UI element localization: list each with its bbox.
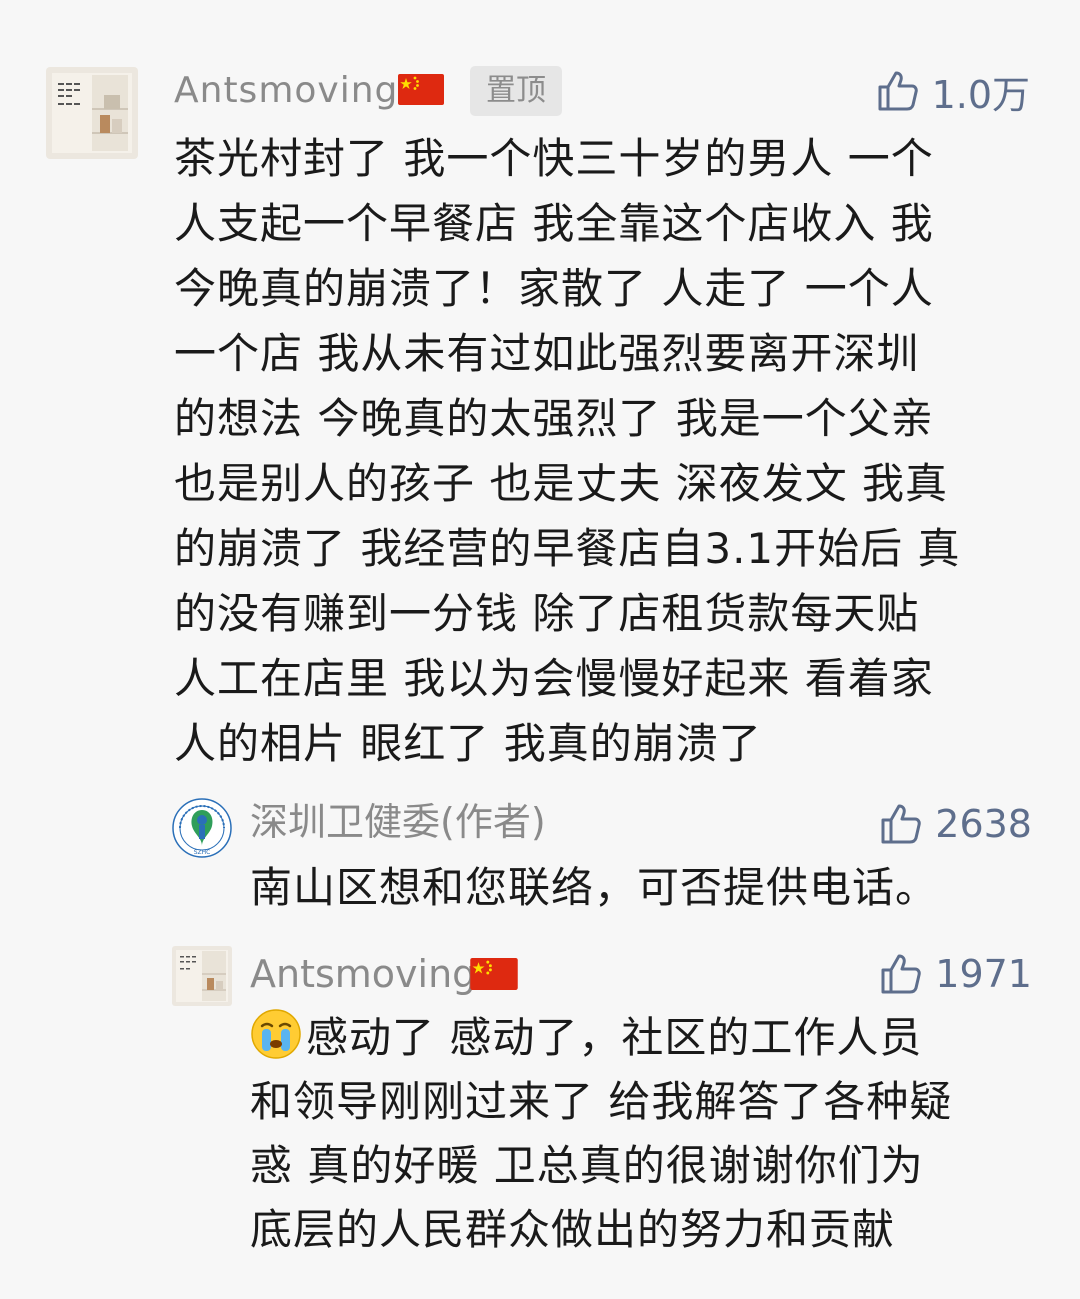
- crying-face-emoji-icon: [251, 1009, 301, 1059]
- thumbs-up-icon: [878, 71, 918, 111]
- thumbs-up-icon: [881, 954, 922, 994]
- svg-text:SZHC: SZHC: [194, 849, 211, 856]
- main-comment: Antsmoving 置顶 1.0万 茶光村封了 我一个快三十岁的男人 一个 人…: [0, 0, 1080, 780]
- comment-text: 茶光村封了 我一个快三十岁的男人 一个 人支起一个早餐店 我全靠这个店收入 我 …: [174, 134, 961, 768]
- like-button[interactable]: 1971: [879, 946, 1032, 1002]
- shelf-avatar-icon: [46, 67, 138, 159]
- pinned-badge: 置顶: [470, 66, 562, 116]
- shelf-avatar-icon: [172, 946, 232, 1006]
- user-avatar[interactable]: [172, 946, 232, 1006]
- china-flag-icon: [398, 74, 444, 105]
- reply-text: 南山区想和您联络，可否提供电话。: [250, 863, 939, 912]
- like-count: 1971: [935, 952, 1032, 996]
- thumbs-up-icon: [881, 804, 922, 844]
- like-count: 1.0万: [931, 72, 1030, 117]
- reply-text-content: 感动了 感动了，社区的工作人员 和领导刚刚过来了 给我解答了各种疑 惑 真的好暖…: [250, 1013, 953, 1254]
- like-button[interactable]: 1.0万: [876, 64, 1030, 118]
- reply-text: 感动了 感动了，社区的工作人员 和领导刚刚过来了 给我解答了各种疑 惑 真的好暖…: [250, 1006, 1050, 1262]
- username[interactable]: 深圳卫健委(作者): [250, 794, 546, 850]
- like-count: 2638: [935, 802, 1032, 846]
- reply-item: SZHC 深圳卫健委(作者) 2638 南山区想和您联络，可否提供电话。: [0, 780, 1080, 930]
- username[interactable]: Antsmoving: [250, 946, 476, 1002]
- like-button[interactable]: 2638: [879, 796, 1032, 852]
- username[interactable]: Antsmoving: [174, 66, 398, 116]
- user-avatar[interactable]: [46, 67, 138, 159]
- szhc-logo-icon: SZHC: [172, 798, 232, 858]
- author-avatar[interactable]: SZHC: [172, 798, 232, 858]
- china-flag-icon: [470, 958, 518, 990]
- reply-item: Antsmoving 1971 感动了 感动了，社区的工作人员 和领导刚刚过来了…: [0, 930, 1080, 1299]
